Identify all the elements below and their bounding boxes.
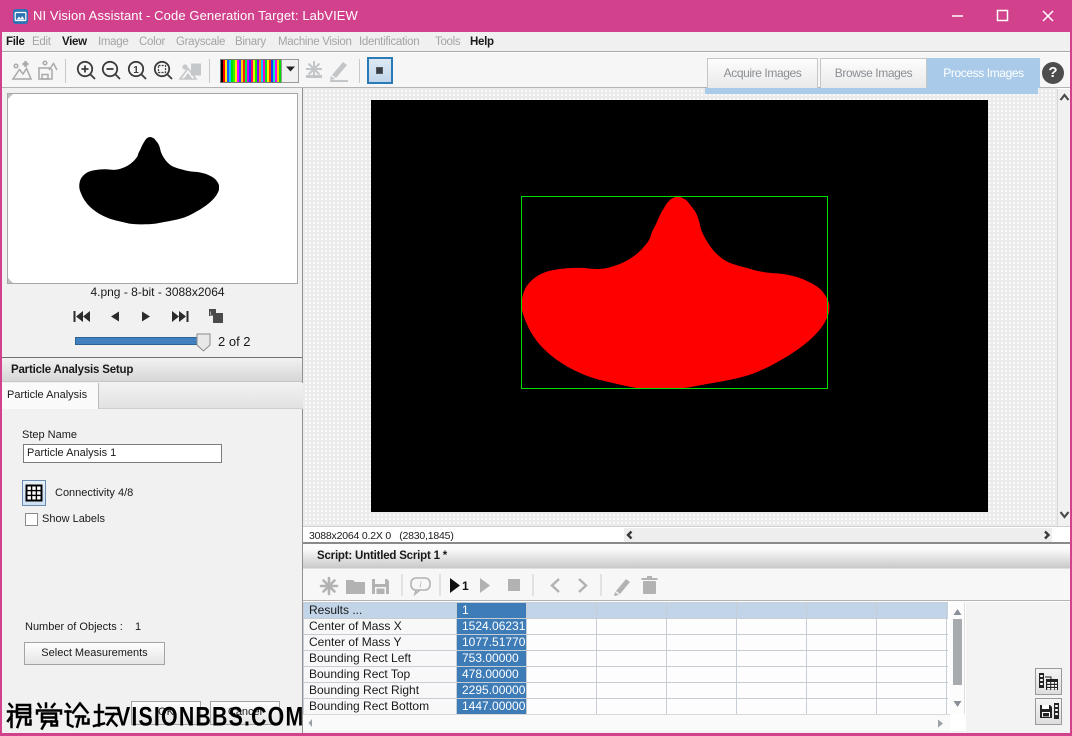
svg-text:1: 1 <box>462 579 469 593</box>
svg-text:1: 1 <box>133 65 139 76</box>
svg-text:L: L <box>210 312 213 318</box>
svg-text:i: i <box>420 580 423 590</box>
svg-text:VISIONBBS.COM: VISIONBBS.COM <box>116 702 303 732</box>
